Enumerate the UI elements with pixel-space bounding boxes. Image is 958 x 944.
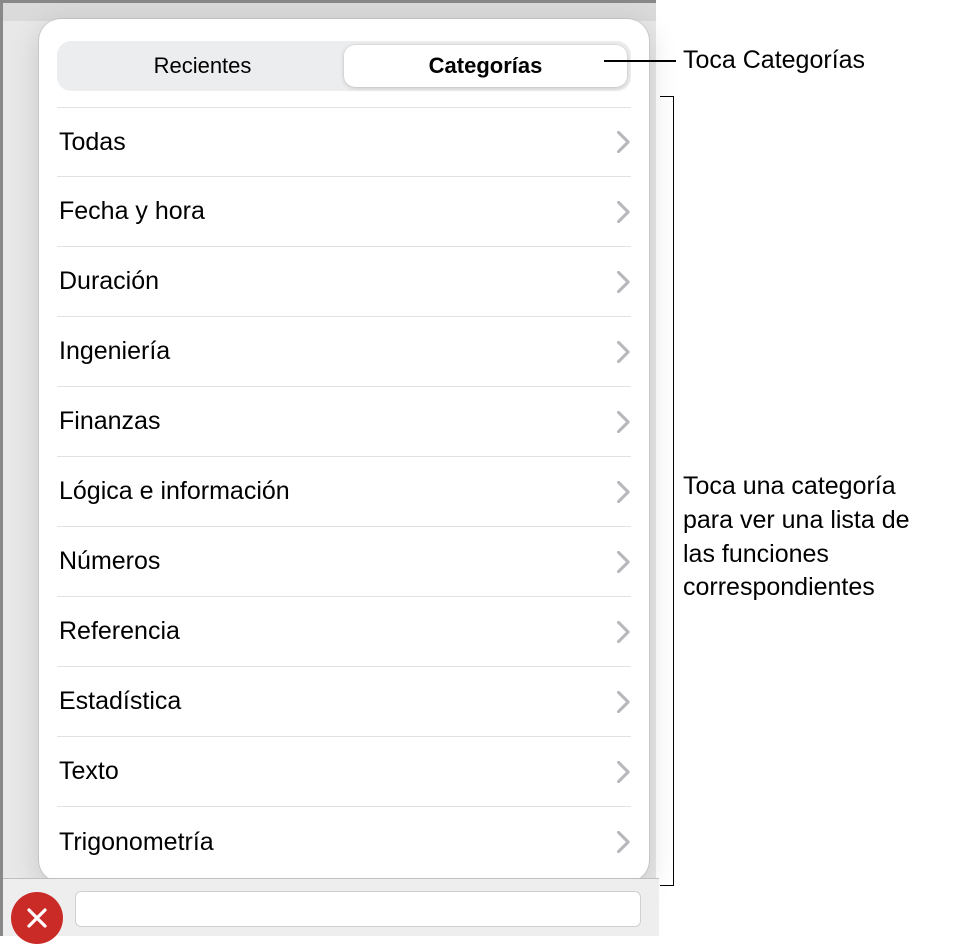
list-item[interactable]: Estadística (57, 667, 631, 737)
list-item[interactable]: Trigonometría (57, 807, 631, 877)
list-item-label: Texto (57, 757, 119, 786)
chevron-right-icon (617, 271, 631, 293)
callout-leader (604, 60, 676, 62)
list-item[interactable]: Finanzas (57, 387, 631, 457)
list-item-label: Todas (57, 128, 126, 157)
list-item[interactable]: Fecha y hora (57, 177, 631, 247)
tab-categories[interactable]: Categorías (344, 45, 627, 87)
list-item[interactable]: Lógica e información (57, 457, 631, 527)
category-list: Todas Fecha y hora Duración Ingeniería F… (39, 101, 649, 882)
list-item[interactable]: Texto (57, 737, 631, 807)
list-item-label: Trigonometría (57, 828, 214, 857)
chevron-right-icon (617, 691, 631, 713)
chevron-right-icon (617, 761, 631, 783)
list-item[interactable]: Referencia (57, 597, 631, 667)
list-item[interactable]: Ingeniería (57, 317, 631, 387)
list-item-label: Referencia (57, 617, 180, 646)
list-item-label: Estadística (57, 687, 181, 716)
close-icon (11, 892, 63, 944)
chevron-right-icon (617, 551, 631, 573)
chevron-right-icon (617, 831, 631, 853)
chevron-right-icon (617, 201, 631, 223)
chevron-right-icon (617, 481, 631, 503)
callout-bracket (660, 96, 674, 886)
list-item-label: Lógica e información (57, 477, 290, 506)
list-item-label: Finanzas (57, 407, 160, 436)
chevron-right-icon (617, 341, 631, 363)
chevron-right-icon (617, 411, 631, 433)
chevron-right-icon (617, 621, 631, 643)
list-item-label: Duración (57, 267, 159, 296)
tab-categories-label: Categorías (429, 53, 543, 79)
callout-tap-category-detail: Toca una categoría para ver una lista de… (683, 470, 943, 605)
list-item-label: Fecha y hora (57, 197, 205, 226)
formula-input[interactable] (75, 891, 641, 927)
list-item-label: Números (57, 547, 160, 576)
segmented-control: Recientes Categorías (57, 41, 631, 91)
functions-popover: Recientes Categorías Todas Fecha y hora … (39, 19, 649, 882)
callout-tap-categories: Toca Categorías (683, 44, 865, 78)
chevron-right-icon (617, 131, 631, 153)
list-item[interactable]: Números (57, 527, 631, 597)
list-item-label: Ingeniería (57, 337, 170, 366)
list-item[interactable]: Duración (57, 247, 631, 317)
tab-recent[interactable]: Recientes (61, 45, 344, 87)
close-button[interactable] (9, 880, 65, 936)
list-item[interactable]: Todas (57, 107, 631, 177)
tab-recent-label: Recientes (154, 53, 252, 79)
formula-bar (3, 878, 659, 936)
